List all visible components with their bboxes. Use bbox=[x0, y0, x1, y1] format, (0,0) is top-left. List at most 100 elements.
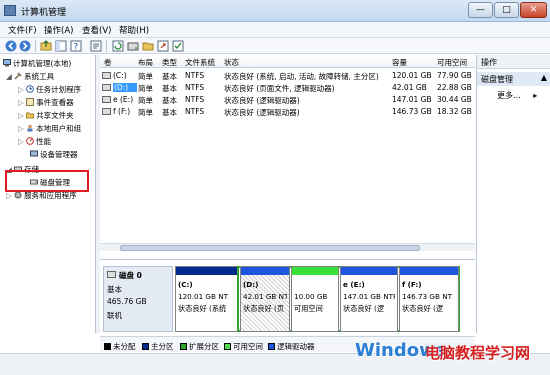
disk-type: 基本 bbox=[107, 285, 122, 294]
partition-body: f (F:) 146.73 GB NT 状态良好 (逻 bbox=[402, 280, 452, 313]
help2-icon[interactable] bbox=[172, 40, 184, 52]
disk-icon[interactable] bbox=[127, 40, 139, 52]
volume-list: 卷 布局 类型 文件系统 状态 容量 可用空间 (C:) 简单 基本 NTFS … bbox=[100, 55, 475, 260]
menu-bar: 文件(F) 操作(A) 查看(V) 帮助(H) bbox=[0, 22, 550, 38]
window-title: 计算机管理 bbox=[21, 8, 67, 18]
column-capacity[interactable]: 容量 bbox=[392, 57, 407, 68]
shared-folder-icon bbox=[26, 112, 35, 119]
partition-body: e (E:) 147.01 GB NTF 状态良好 (逻 bbox=[343, 280, 395, 313]
legend-free-space: 可用空间 bbox=[224, 341, 263, 352]
partition-body: 10.00 GB 可用空间 bbox=[294, 292, 328, 313]
tools-icon bbox=[14, 72, 22, 80]
disk-map: 磁盘 0 基本 465.76 GB 联机 (C:) 120.01 GB NT 状… bbox=[100, 260, 475, 335]
disk-name: 磁盘 0 bbox=[119, 271, 142, 280]
clock-icon bbox=[26, 85, 35, 93]
column-type[interactable]: 类型 bbox=[162, 57, 177, 68]
partition-free[interactable]: 10.00 GB 可用空间 bbox=[291, 266, 339, 332]
users-icon bbox=[27, 124, 33, 132]
tree-item-task-scheduler[interactable]: ▷ 任务计划程序 bbox=[18, 84, 81, 96]
actions-group-disk-management[interactable]: 磁盘管理 ▲ bbox=[477, 72, 550, 86]
properties-icon[interactable] bbox=[90, 40, 102, 52]
drive-icon bbox=[102, 84, 111, 91]
scrollbar-thumb[interactable] bbox=[120, 245, 420, 251]
partition-bar bbox=[292, 267, 338, 275]
menu-help[interactable]: 帮助(H) bbox=[119, 24, 149, 36]
minimize-button[interactable]: — bbox=[468, 2, 493, 18]
collapse-arrow-icon: ▲ bbox=[540, 73, 547, 82]
computer-icon bbox=[3, 59, 11, 67]
table-row[interactable]: e (E:) 简单 基本 NTFS 状态良好 (逻辑驱动器) 147.01 GB… bbox=[100, 94, 475, 106]
legend-swatch bbox=[268, 343, 275, 350]
highlight-box bbox=[5, 170, 89, 192]
toolbar: ? bbox=[0, 38, 550, 54]
show-hide-tree-icon[interactable] bbox=[55, 40, 67, 52]
partition-body: (C:) 120.01 GB NT 状态良好 (系统 bbox=[178, 280, 228, 313]
column-free-space[interactable]: 可用空间 bbox=[437, 57, 467, 68]
actions-header: 操作 bbox=[477, 55, 550, 69]
services-icon bbox=[14, 191, 22, 199]
back-icon[interactable] bbox=[5, 40, 17, 52]
partition-c[interactable]: (C:) 120.01 GB NT 状态良好 (系统 bbox=[175, 266, 238, 332]
disk-0-label[interactable]: 磁盘 0 基本 465.76 GB 联机 bbox=[103, 266, 173, 332]
tree-item-local-users[interactable]: ▷ 本地用户和组 bbox=[18, 123, 81, 135]
table-row[interactable]: (C:) 简单 基本 NTFS 状态良好 (系统, 启动, 活动, 故障转储, … bbox=[100, 70, 475, 82]
partition-d[interactable]: (D:) 42.01 GB NT 状态良好 (页 bbox=[240, 266, 290, 332]
title-bar: 计算机管理 — □ ✕ bbox=[0, 0, 550, 22]
table-row[interactable]: f (F:) 简单 基本 NTFS 状态良好 (逻辑驱动器) 146.73 GB… bbox=[100, 106, 475, 118]
column-status[interactable]: 状态 bbox=[224, 57, 239, 68]
export-icon[interactable] bbox=[157, 40, 169, 52]
tree-item-performance[interactable]: ▷ 性能 bbox=[18, 136, 51, 148]
forward-icon[interactable] bbox=[19, 40, 31, 52]
column-layout[interactable]: 布局 bbox=[138, 57, 153, 68]
toolbar-separator bbox=[106, 40, 107, 52]
legend-swatch bbox=[104, 343, 111, 350]
refresh-icon[interactable] bbox=[112, 40, 124, 52]
tree-item-system-tools[interactable]: ◢ 系统工具 bbox=[6, 71, 54, 83]
expand-arrow-icon: ▷ bbox=[6, 191, 15, 200]
partition-body-selected: (D:) 42.01 GB NT 状态良好 (页 bbox=[241, 275, 289, 331]
volume-table-header: 卷 布局 类型 文件系统 状态 容量 可用空间 bbox=[100, 55, 475, 68]
toolbar-separator bbox=[35, 40, 36, 52]
partition-e[interactable]: e (E:) 147.01 GB NTF 状态良好 (逻 bbox=[340, 266, 398, 332]
device-manager-icon bbox=[30, 150, 38, 157]
horizontal-scrollbar[interactable] bbox=[100, 243, 475, 251]
drive-icon bbox=[102, 72, 111, 79]
actions-pane: 操作 磁盘管理 ▲ 更多... ▸ bbox=[476, 55, 550, 333]
legend-extended: 扩展分区 bbox=[180, 341, 219, 352]
navigation-tree: 计算机管理(本地) ◢ 系统工具 ▷ 任务计划程序 ▷ 事件查看器 ▷ 共享文件… bbox=[0, 55, 96, 333]
legend-swatch bbox=[180, 343, 187, 350]
folder-open-icon[interactable] bbox=[142, 40, 154, 52]
partition-bar bbox=[341, 267, 397, 275]
event-viewer-icon bbox=[26, 98, 35, 106]
partition-bar bbox=[400, 267, 458, 275]
tree-item-event-viewer[interactable]: ▷ 事件查看器 bbox=[18, 97, 74, 109]
legend-swatch bbox=[224, 343, 231, 350]
partition-f[interactable]: f (F:) 146.73 GB NT 状态良好 (逻 bbox=[399, 266, 459, 332]
menu-view[interactable]: 查看(V) bbox=[82, 24, 111, 36]
tree-item-device-manager[interactable]: 设备管理器 bbox=[30, 149, 78, 161]
up-folder-icon[interactable] bbox=[40, 40, 52, 52]
svg-text:?: ? bbox=[74, 43, 79, 53]
table-row[interactable]: (D:) 简单 基本 NTFS 状态良好 (页面文件, 逻辑驱动器) 42.01… bbox=[100, 82, 475, 94]
partition-bar bbox=[176, 267, 237, 275]
expand-arrow-icon: ▷ bbox=[18, 124, 27, 133]
close-button[interactable]: ✕ bbox=[520, 2, 547, 18]
legend-swatch bbox=[142, 343, 149, 350]
column-volume[interactable]: 卷 bbox=[104, 57, 112, 68]
legend-logical: 逻辑驱动器 bbox=[268, 341, 315, 352]
help-icon[interactable]: ? bbox=[70, 40, 82, 52]
submenu-arrow-icon: ▸ bbox=[533, 91, 538, 100]
legend-unallocated: 未分配 bbox=[104, 341, 136, 352]
legend-primary: 主分区 bbox=[142, 341, 174, 352]
menu-action[interactable]: 操作(A) bbox=[44, 24, 73, 36]
maximize-button[interactable]: □ bbox=[494, 2, 519, 18]
expand-arrow-icon: ▷ bbox=[18, 137, 27, 146]
expand-arrow-icon: ▷ bbox=[18, 98, 27, 107]
menu-file[interactable]: 文件(F) bbox=[8, 24, 37, 36]
hard-disk-icon bbox=[107, 271, 116, 278]
tree-item-root[interactable]: 计算机管理(本地) bbox=[3, 58, 71, 70]
tree-item-shared-folders[interactable]: ▷ 共享文件夹 bbox=[18, 110, 74, 122]
watermark-site-name: 电脑教程学习网 bbox=[425, 344, 531, 362]
action-more[interactable]: 更多... ▸ bbox=[497, 90, 537, 101]
column-filesystem[interactable]: 文件系统 bbox=[185, 57, 215, 68]
